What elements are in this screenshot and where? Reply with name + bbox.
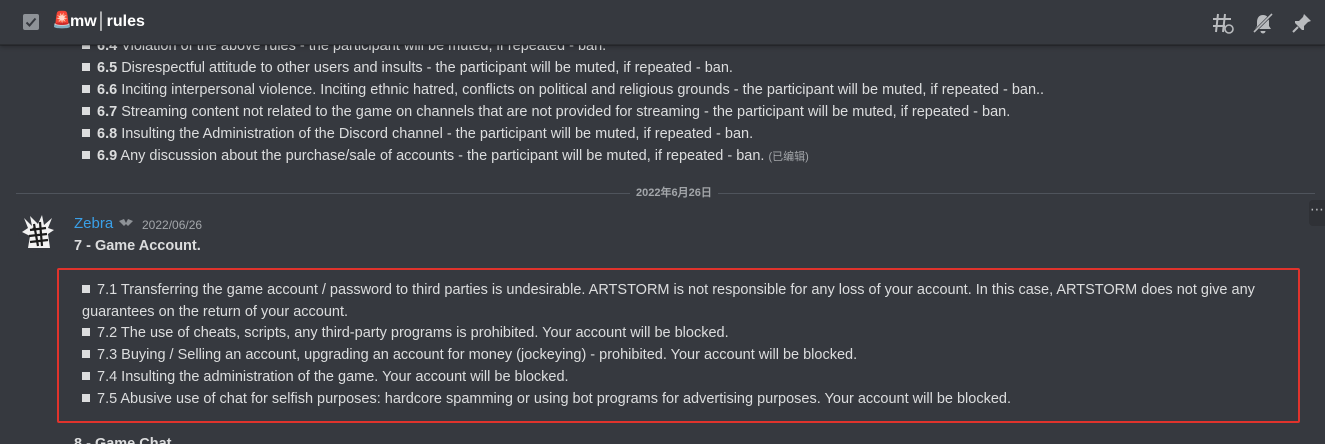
bullet-square-icon <box>82 350 90 358</box>
pin-icon[interactable] <box>1291 12 1313 34</box>
rule-6-5: 6.5 Disrespectful attitude to other user… <box>82 58 733 78</box>
rule-7-4: 7.4 Insulting the administration of the … <box>82 366 1287 388</box>
bullet-square-icon <box>82 328 90 336</box>
bullet-square-icon <box>82 63 90 71</box>
bullet-square-icon <box>82 129 90 137</box>
channel-emoji: 🚨 <box>52 12 72 29</box>
bullet-square-icon <box>82 107 90 115</box>
bell-muted-icon[interactable] <box>1252 12 1274 34</box>
rule-6-8: 6.8 Insulting the Administration of the … <box>82 124 753 144</box>
bullet-square-icon <box>82 151 90 159</box>
channel-name: mw│rules <box>70 13 145 30</box>
threads-icon[interactable] <box>1212 12 1234 34</box>
edited-label: (已编辑) <box>768 151 809 163</box>
message-timestamp: 2022/06/26 <box>142 218 203 232</box>
bullet-square-icon <box>82 394 90 402</box>
checkbox-icon <box>23 14 39 30</box>
more-options-icon[interactable]: ⋯ <box>1309 200 1325 226</box>
bullet-square-icon <box>82 285 90 293</box>
rule-7-2: 7.2 The use of cheats, scripts, any thir… <box>82 322 1287 344</box>
rule-6-7: 6.7 Streaming content not related to the… <box>82 102 1010 122</box>
date-divider-label: 2022年6月26日 <box>630 184 718 202</box>
rule-7-3: 7.3 Buying / Selling an account, upgradi… <box>82 344 1287 366</box>
section-title: 7 - Game Account. <box>74 238 201 254</box>
bullet-square-icon <box>82 85 90 93</box>
rule-6-9: 6.9 Any discussion about the purchase/sa… <box>82 146 809 167</box>
message-author[interactable]: Zebra <box>74 214 113 234</box>
channel-header: 🚨 mw│rules <box>0 0 1325 45</box>
bullet-square-icon <box>82 372 90 380</box>
rule-7-1: 7.1 Transferring the game account / pass… <box>82 282 1255 320</box>
rule-6-6: 6.6 Inciting interpersonal violence. Inc… <box>82 80 1044 100</box>
rule-7-5: 7.5 Abusive use of chat for selfish purp… <box>82 388 1287 410</box>
avatar[interactable] <box>18 212 58 252</box>
message-list: 6.4 Violation of the above rules - the p… <box>0 36 1325 444</box>
next-section-title: 8 - Game Chat <box>74 436 172 444</box>
zebra-avatar-icon <box>22 215 54 248</box>
bot-badge-icon <box>119 219 133 226</box>
